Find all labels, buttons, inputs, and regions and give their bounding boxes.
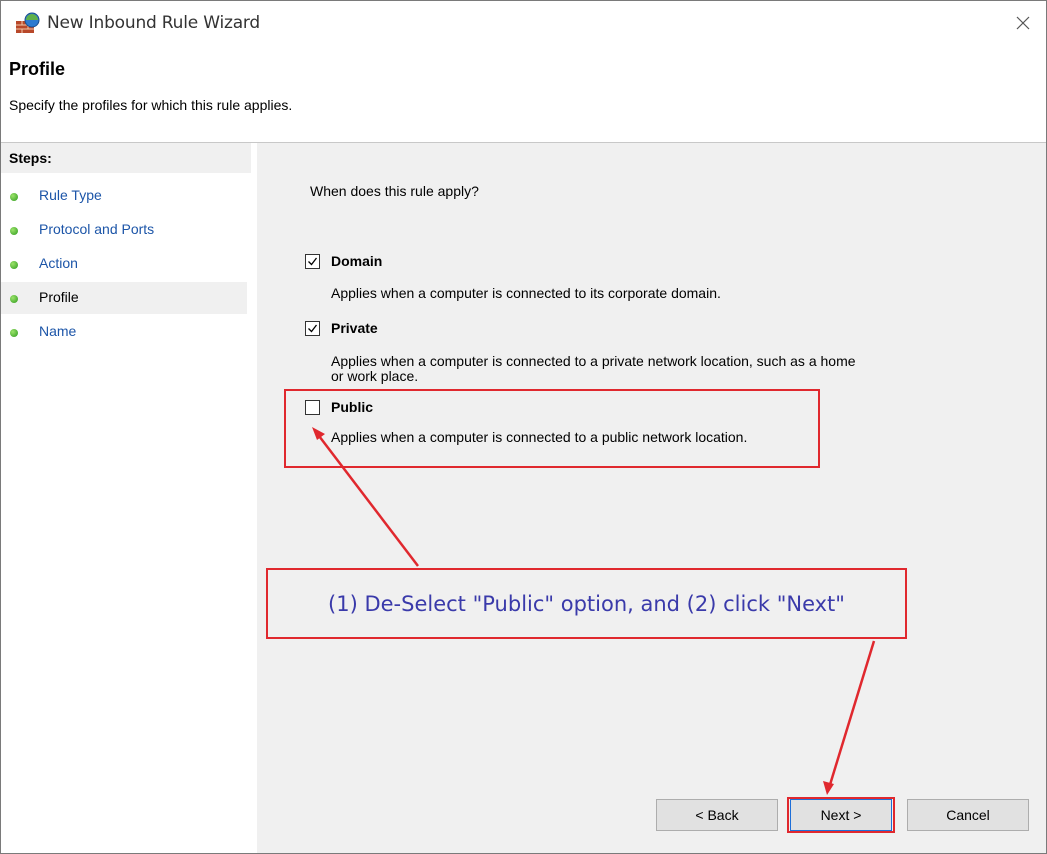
- next-highlight-box: [787, 797, 895, 833]
- back-button[interactable]: < Back: [656, 799, 778, 831]
- instruction-callout: (1) De-Select "Public" option, and (2) c…: [266, 568, 907, 639]
- instruction-text: (1) De-Select "Public" option, and (2) c…: [328, 592, 845, 616]
- cancel-button[interactable]: Cancel: [907, 799, 1029, 831]
- annotation-arrows: [312, 427, 876, 795]
